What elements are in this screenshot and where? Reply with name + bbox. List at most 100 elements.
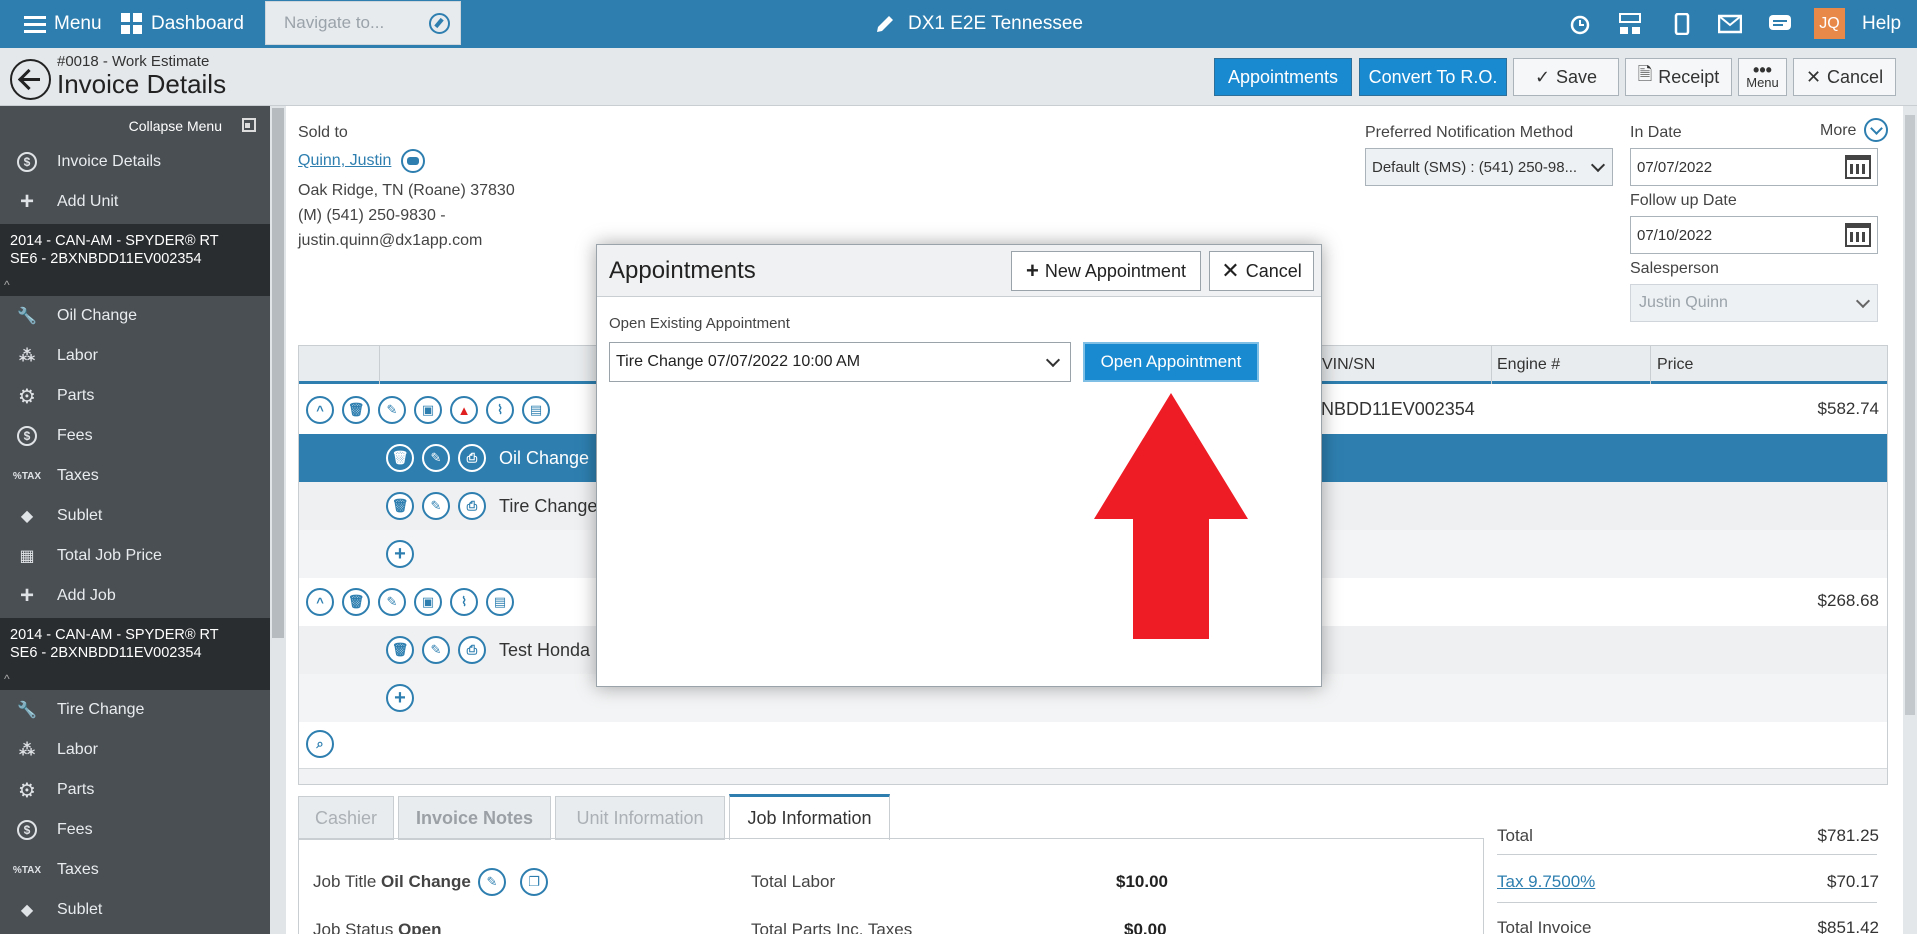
pencil-icon[interactable]: ✎: [422, 444, 450, 472]
convert-to-ro-button[interactable]: Convert To R.O.: [1359, 58, 1507, 96]
sidebar-item-add-job[interactable]: + Add Job: [0, 576, 270, 616]
chevron-up-icon[interactable]: ^: [306, 396, 334, 424]
copy-icon[interactable]: ❐: [520, 868, 548, 896]
column-price[interactable]: Price: [1657, 356, 1693, 374]
job-status-field: Job Status Open: [313, 920, 442, 934]
more-menu-button[interactable]: ••• Menu: [1738, 58, 1787, 96]
in-date-input[interactable]: 07/07/2022: [1630, 148, 1878, 186]
collapse-icon[interactable]: [242, 118, 256, 132]
column-vin[interactable]: VIN/SN: [1322, 356, 1375, 374]
printer-icon[interactable]: ⎙: [458, 492, 486, 520]
plus-icon[interactable]: +: [386, 684, 414, 712]
column-engine[interactable]: Engine #: [1497, 356, 1560, 374]
navigate-input[interactable]: Navigate to...: [265, 1, 461, 45]
pencil-icon[interactable]: ✎: [422, 492, 450, 520]
chart-icon[interactable]: ⌇: [486, 396, 514, 424]
warning-icon[interactable]: ▲: [450, 396, 478, 424]
trash-icon[interactable]: 🗑: [386, 444, 414, 472]
tab-cashier[interactable]: Cashier: [298, 796, 394, 840]
pencil-icon[interactable]: ✎: [422, 636, 450, 664]
trash-icon[interactable]: 🗑: [342, 396, 370, 424]
more-label[interactable]: More: [1820, 122, 1856, 140]
trash-icon[interactable]: 🗑: [386, 492, 414, 520]
sidebar-item-oil-change[interactable]: 🔧 Oil Change: [0, 296, 270, 336]
calendar-icon[interactable]: [1845, 155, 1871, 179]
sidebar-item-tire-change[interactable]: 🔧 Tire Change: [0, 690, 270, 730]
help-link[interactable]: Help: [1862, 0, 1901, 48]
mobile-phone-icon[interactable]: [1670, 13, 1694, 35]
sidebar-item-label: Taxes: [57, 467, 99, 484]
sidebar-item-sublet[interactable]: ◆ Sublet: [0, 890, 270, 930]
tax-link[interactable]: Tax 9.7500%: [1497, 872, 1595, 892]
cancel-button[interactable]: ✕ Cancel: [1793, 58, 1896, 96]
sidebar-item-fees[interactable]: $ Fees: [0, 416, 270, 456]
network-icon[interactable]: [1618, 13, 1642, 35]
tab-job-information[interactable]: Job Information: [729, 794, 890, 840]
customer-name-link[interactable]: Quinn, Justin: [298, 152, 391, 170]
tab-invoice-notes[interactable]: Invoice Notes: [398, 796, 551, 840]
sidebar-item-parts[interactable]: ⚙ Parts: [0, 376, 270, 416]
new-appointment-button[interactable]: + New Appointment: [1011, 251, 1201, 291]
trash-icon[interactable]: 🗑: [342, 588, 370, 616]
pencil-icon[interactable]: ✎: [378, 588, 406, 616]
gear-icon: ⚙: [18, 385, 36, 408]
grid-horizontal-scrollbar[interactable]: [299, 768, 1887, 784]
message-icon[interactable]: [401, 149, 425, 173]
search-icon[interactable]: ⌕: [306, 730, 334, 758]
printer-icon[interactable]: ⎙: [458, 444, 486, 472]
menu-button[interactable]: Menu: [24, 0, 102, 48]
existing-appointment-select[interactable]: Tire Change 07/07/2022 10:00 AM: [609, 342, 1071, 382]
image-icon[interactable]: ▣: [414, 588, 442, 616]
save-button[interactable]: ✓ Save: [1513, 58, 1619, 96]
dialog-cancel-label: Cancel: [1245, 260, 1302, 281]
sidebar-item-labor[interactable]: ⁂ Labor: [0, 336, 270, 376]
alarm-clock-icon[interactable]: [1568, 13, 1592, 35]
sidebar-item-parts[interactable]: ⚙ Parts: [0, 770, 270, 810]
pencil-icon[interactable]: ✎: [478, 868, 506, 896]
sidebar-unit-header[interactable]: 2014 - CAN-AM - SPYDER® RT SE6 - 2BXNBDD…: [0, 224, 270, 296]
pencil-icon[interactable]: ✎: [378, 396, 406, 424]
compass-icon[interactable]: [429, 13, 450, 34]
plus-icon[interactable]: +: [386, 540, 414, 568]
trash-icon[interactable]: 🗑: [386, 636, 414, 664]
chat-icon[interactable]: [1768, 13, 1792, 35]
calendar-icon[interactable]: [1845, 223, 1871, 247]
sidebar-item-taxes[interactable]: %TAX Taxes: [0, 850, 270, 890]
sidebar-item-taxes[interactable]: %TAX Taxes: [0, 456, 270, 496]
notification-select[interactable]: Default (SMS) : (541) 250-98...: [1365, 148, 1613, 186]
dashboard-button[interactable]: Dashboard: [121, 0, 244, 48]
sidebar-item-sublet[interactable]: ◆ Sublet: [0, 496, 270, 536]
sidebar-item-fees[interactable]: $ Fees: [0, 810, 270, 850]
sidebar-item-total-job-price[interactable]: ▦ Total Job Price: [0, 536, 270, 576]
page-scrollbar-thumb[interactable]: [1905, 115, 1915, 715]
sidebar-item-labor[interactable]: ⁂ Labor: [0, 730, 270, 770]
dialog-cancel-button[interactable]: ✕ Cancel: [1209, 251, 1314, 291]
chevron-up-icon[interactable]: ^: [306, 588, 334, 616]
collapse-menu-button[interactable]: Collapse Menu: [129, 118, 222, 134]
sidebar-unit-header[interactable]: 2014 - CAN-AM - SPYDER® RT SE6 - 2BXNBDD…: [0, 618, 270, 690]
chart-icon[interactable]: ⌇: [450, 588, 478, 616]
salesperson-select[interactable]: Justin Quinn: [1630, 284, 1878, 322]
sidebar-item-add-unit[interactable]: + Add Unit: [0, 182, 270, 222]
receipt-button[interactable]: 🗎 Receipt: [1625, 58, 1732, 96]
sidebar-scrollbar-thumb[interactable]: [272, 108, 284, 638]
follow-up-date-input[interactable]: 07/10/2022: [1630, 216, 1878, 254]
image-icon[interactable]: ▣: [414, 396, 442, 424]
printer-icon[interactable]: ⎙: [458, 636, 486, 664]
back-arrow-icon[interactable]: [10, 59, 51, 100]
clipboard-icon[interactable]: ▤: [522, 396, 550, 424]
total-parts-label: Total Parts Inc. Taxes: [751, 920, 913, 934]
user-avatar[interactable]: JQ: [1814, 8, 1845, 39]
column-separator: [379, 346, 380, 384]
clipboard-icon[interactable]: ▤: [486, 588, 514, 616]
chevron-down-circle-icon[interactable]: [1864, 118, 1888, 142]
job-title-value: Oil Change: [381, 872, 471, 891]
sidebar-item-label: Labor: [57, 741, 98, 758]
sidebar-item-invoice-details[interactable]: $ Invoice Details: [0, 142, 270, 182]
appointments-button[interactable]: Appointments: [1214, 58, 1352, 96]
open-appointment-button[interactable]: Open Appointment: [1083, 342, 1259, 382]
tab-unit-information[interactable]: Unit Information: [555, 796, 725, 840]
store-selector[interactable]: DX1 E2E Tennessee: [874, 0, 1083, 48]
unit-line-1: 2014 - CAN-AM - SPYDER® RT: [10, 233, 219, 249]
mail-icon[interactable]: [1718, 13, 1742, 35]
